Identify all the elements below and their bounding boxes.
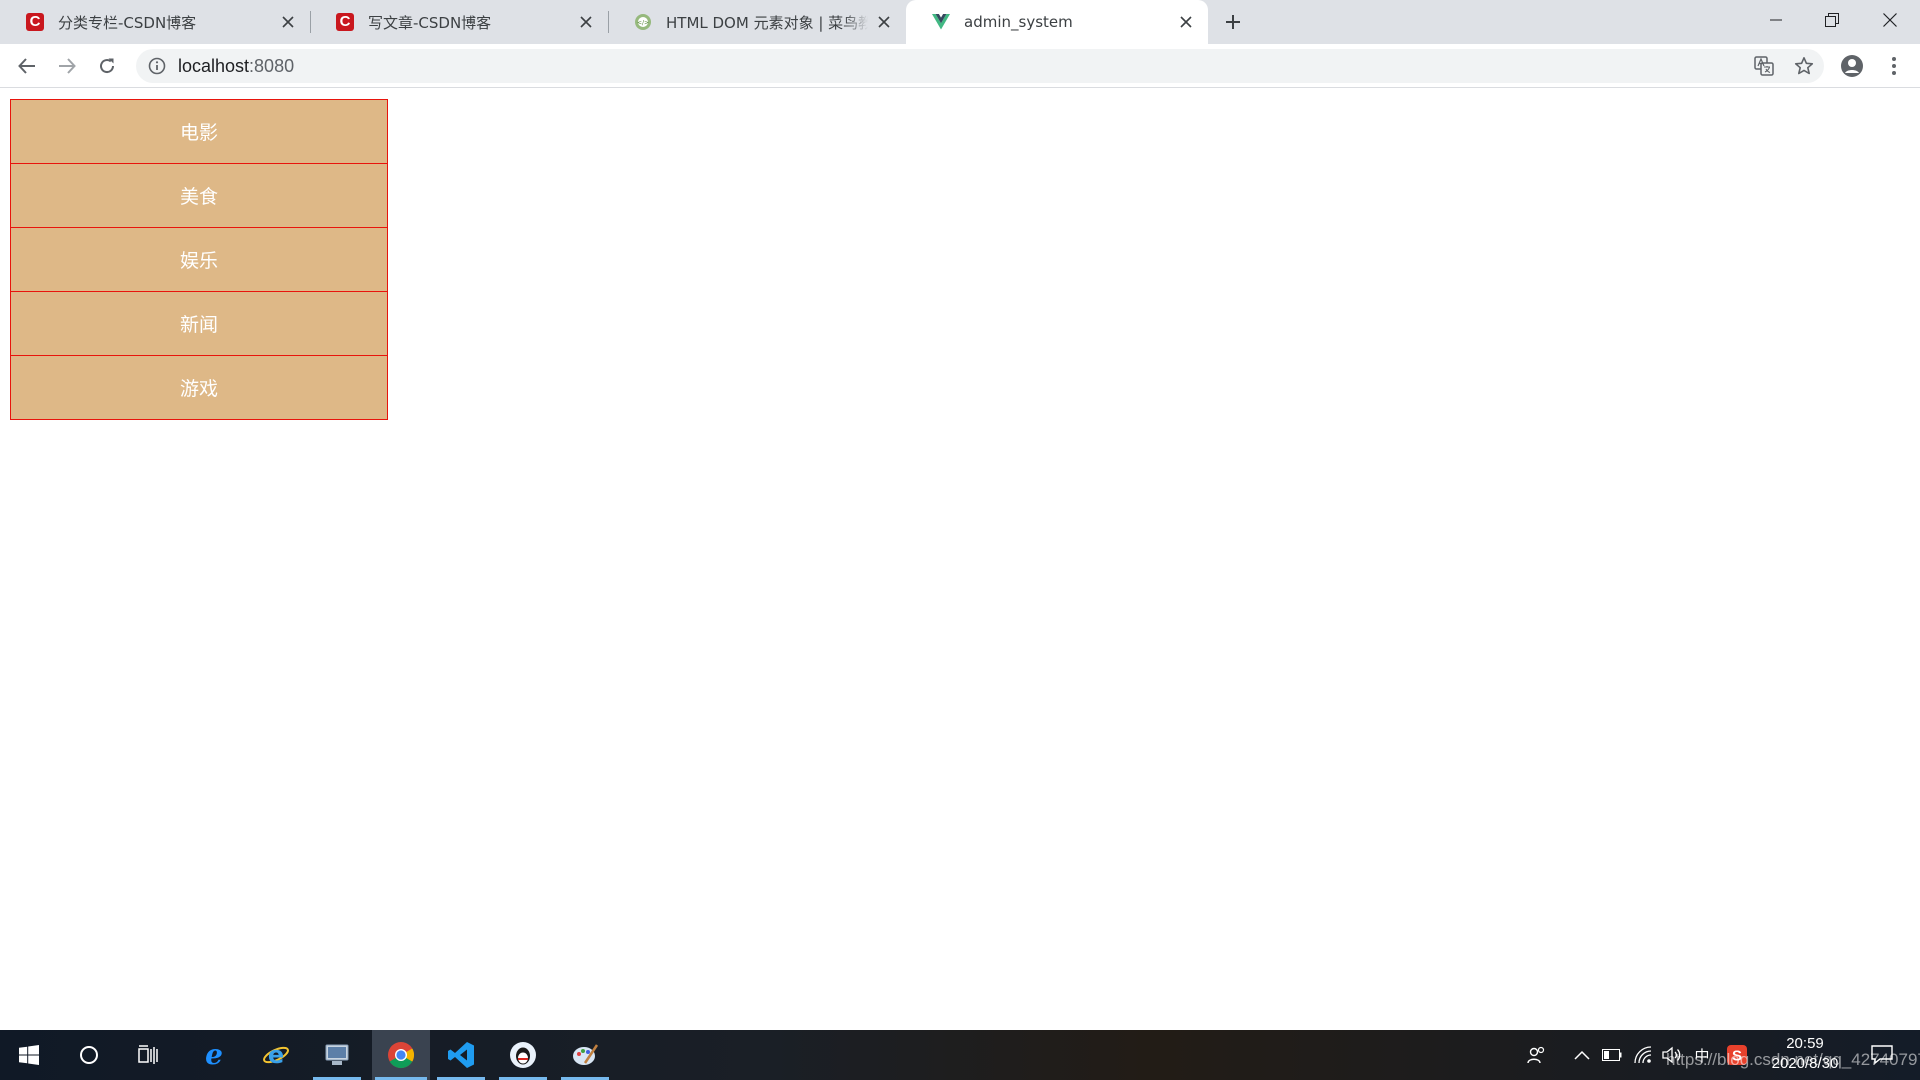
chevron-up-icon — [1574, 1050, 1590, 1060]
show-hidden-icons-button[interactable] — [1572, 1045, 1592, 1065]
restore-button[interactable] — [1804, 0, 1860, 40]
qq-penguin-icon — [510, 1042, 536, 1068]
tab-admin-system[interactable]: admin_system — [906, 0, 1208, 44]
close-icon[interactable] — [874, 12, 894, 32]
tab-csdn-write[interactable]: C 写文章-CSDN博客 — [310, 0, 609, 44]
ie-button[interactable]: e — [249, 1030, 303, 1080]
arrow-right-icon — [59, 58, 76, 74]
star-icon — [1794, 57, 1814, 75]
network-button[interactable] — [1633, 1045, 1653, 1065]
close-window-button[interactable] — [1862, 0, 1918, 40]
plus-icon — [1226, 15, 1240, 29]
edge-button[interactable]: e — [187, 1030, 241, 1080]
page-content: 电影 美食 娱乐 新闻 游戏 — [0, 88, 1920, 1030]
url-host: localhost — [178, 56, 250, 76]
tab-runoob[interactable]: </> HTML DOM 元素对象 | 菜鸟教程 — [608, 0, 906, 44]
minimize-button[interactable] — [1748, 0, 1804, 40]
svg-text:e: e — [205, 1042, 223, 1068]
reload-button[interactable] — [91, 50, 123, 82]
menu-item-movies[interactable]: 电影 — [10, 100, 388, 164]
close-icon[interactable] — [1176, 12, 1196, 32]
tab-csdn-categories[interactable]: C 分类专栏-CSDN博客 — [0, 0, 311, 44]
profile-button[interactable] — [1836, 50, 1868, 82]
more-vert-icon — [1892, 57, 1896, 75]
start-button[interactable] — [2, 1030, 56, 1080]
address-bar[interactable]: localhost:8080 — [136, 49, 1824, 83]
close-icon[interactable] — [278, 12, 298, 32]
windows-taskbar: e e 中 S 20:59 2020/8/30 — [0, 1030, 1920, 1080]
back-button[interactable] — [11, 50, 43, 82]
computer-icon — [325, 1044, 349, 1065]
csdn-icon: C — [26, 13, 44, 31]
qq-button[interactable] — [496, 1030, 550, 1080]
browser-tab-strip: C 分类专栏-CSDN博客 C 写文章-CSDN博客 </> HTML DOM … — [0, 0, 1920, 44]
menu-item-label: 娱乐 — [179, 250, 218, 272]
people-icon — [1527, 1046, 1545, 1064]
translate-icon — [1754, 56, 1774, 76]
menu-item-label: 美食 — [179, 186, 218, 208]
battery-button[interactable] — [1602, 1045, 1622, 1065]
svg-text:e: e — [268, 1041, 284, 1069]
tab-title: admin_system — [964, 13, 1073, 31]
menu-item-label: 新闻 — [179, 314, 218, 336]
arrow-left-icon — [18, 58, 35, 74]
minimize-icon — [1770, 19, 1782, 21]
csdn-icon: C — [336, 13, 354, 31]
reload-icon — [100, 58, 115, 74]
screen: C 分类专栏-CSDN博客 C 写文章-CSDN博客 </> HTML DOM … — [0, 0, 1920, 1080]
translate-button[interactable] — [1748, 55, 1780, 77]
url-port: :8080 — [249, 56, 295, 76]
tab-title: 分类专栏-CSDN博客 — [58, 13, 197, 32]
menu-item-news[interactable]: 新闻 — [10, 292, 388, 356]
forward-button[interactable] — [51, 50, 83, 82]
tab-title: 写文章-CSDN博客 — [368, 13, 492, 32]
menu-item-entertainment[interactable]: 娱乐 — [10, 228, 388, 292]
address-url[interactable]: localhost:8080 — [178, 49, 294, 83]
restore-icon — [1825, 13, 1839, 27]
task-view-button[interactable] — [122, 1030, 176, 1080]
menu-item-food[interactable]: 美食 — [10, 164, 388, 228]
menu-item-label: 游戏 — [179, 378, 218, 400]
close-icon[interactable] — [576, 12, 596, 32]
chrome-icon — [388, 1042, 415, 1069]
new-tab-button[interactable] — [1220, 9, 1246, 35]
battery-icon — [1602, 1049, 1622, 1061]
menu-item-games[interactable]: 游戏 — [10, 356, 388, 420]
bookmark-button[interactable] — [1788, 55, 1820, 77]
chrome-button[interactable] — [372, 1030, 430, 1080]
internet-explorer-icon: e — [263, 1041, 289, 1069]
category-menu: 电影 美食 娱乐 新闻 游戏 — [10, 99, 388, 420]
paint-button[interactable] — [558, 1030, 612, 1080]
info-icon[interactable] — [148, 57, 166, 75]
close-icon — [1883, 13, 1897, 27]
computer-button[interactable] — [310, 1030, 364, 1080]
watermark-text: https://blog.csdn.net/qq_42740797 — [1666, 1050, 1920, 1069]
vscode-icon — [448, 1042, 474, 1068]
edge-icon: e — [205, 1042, 223, 1068]
wifi-icon — [1634, 1046, 1652, 1064]
tab-title: HTML DOM 元素对象 | 菜鸟教程 — [666, 13, 868, 32]
task-view-icon — [138, 1045, 158, 1064]
menu-item-label: 电影 — [179, 122, 218, 144]
search-button[interactable] — [62, 1030, 116, 1080]
cortana-circle-icon — [80, 1046, 98, 1064]
svg-text:</>: </> — [637, 20, 649, 27]
browser-toolbar: localhost:8080 — [0, 44, 1920, 88]
vscode-button[interactable] — [434, 1030, 488, 1080]
people-button[interactable] — [1527, 1045, 1547, 1065]
vue-icon — [932, 13, 950, 31]
runoob-icon: </> — [634, 13, 652, 31]
windows-logo-icon — [19, 1045, 39, 1065]
paint-palette-icon — [573, 1044, 599, 1065]
account-icon — [1841, 55, 1863, 77]
menu-button[interactable] — [1878, 50, 1910, 82]
